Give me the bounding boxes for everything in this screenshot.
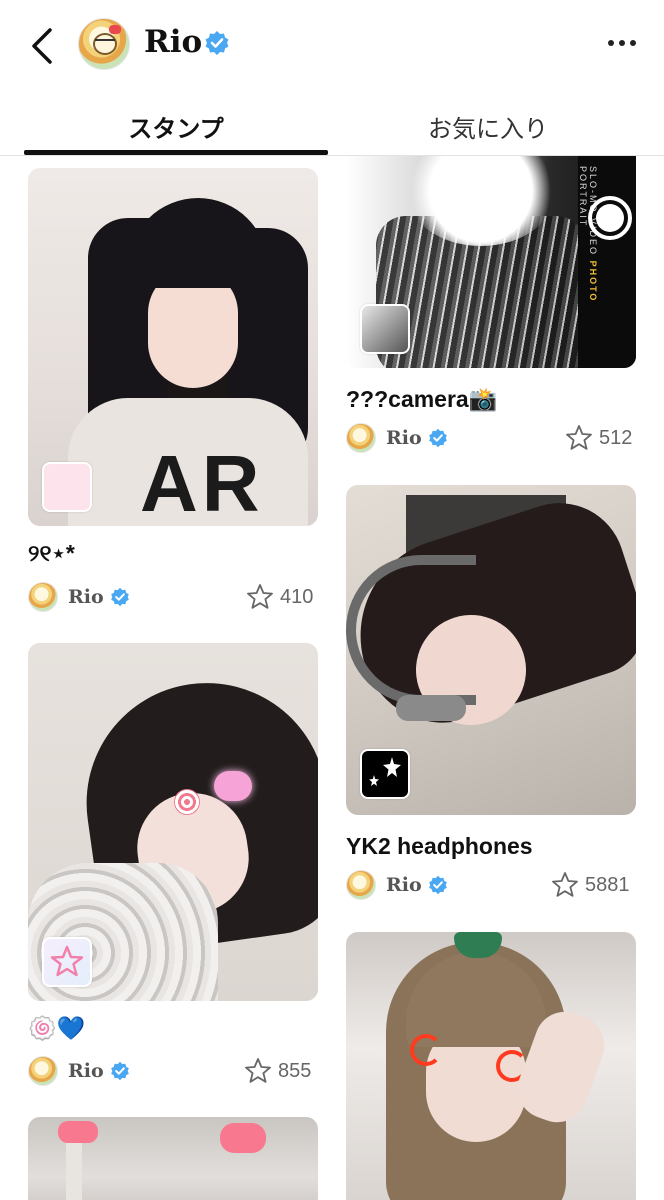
stamp-title[interactable]: ???camera📸	[346, 386, 497, 413]
star-icon[interactable]	[244, 1057, 272, 1085]
author-name: Rio	[68, 1060, 104, 1082]
camera-mode-portrait: PORTRAIT	[578, 166, 588, 228]
star-sticker-icon	[50, 945, 84, 977]
stamp-thumbnail[interactable]	[346, 485, 636, 815]
active-tab-indicator	[24, 150, 328, 155]
stamp-author[interactable]: Rio	[28, 580, 130, 614]
profile-avatar[interactable]	[78, 18, 130, 70]
stamp-thumbnail[interactable]: AR	[28, 168, 318, 526]
tab-stamps[interactable]: スタンプ	[24, 96, 328, 156]
verified-badge-icon	[110, 587, 129, 607]
author-name: Rio	[386, 874, 422, 896]
camera-mode-list: SLO-MO VIDEO PHOTO PORTRAIT	[578, 166, 598, 366]
verified-badge-icon	[110, 1061, 129, 1081]
like-count[interactable]: 512	[565, 421, 632, 455]
verified-badge-icon	[205, 31, 229, 55]
shutter-icon	[588, 196, 632, 240]
more-options-icon[interactable]	[608, 40, 636, 46]
like-count[interactable]: 410	[246, 580, 313, 614]
camera-mode-photo: PHOTO	[588, 260, 598, 303]
sparkle-stars-icon	[369, 757, 401, 786]
sticker-preview	[360, 304, 410, 354]
sticker-preview	[360, 749, 410, 799]
verified-badge-icon	[428, 875, 447, 895]
author-avatar	[346, 423, 376, 453]
stamp-title[interactable]: YK2 headphones	[346, 833, 533, 860]
author-avatar	[28, 1056, 58, 1086]
profile-username: Rio	[144, 24, 203, 60]
tab-bar: スタンプ お気に入り	[0, 96, 664, 156]
stamp-author[interactable]: Rio	[346, 421, 448, 455]
like-count[interactable]: 5881	[551, 868, 630, 902]
stamp-title[interactable]: 🍥💙	[28, 1015, 85, 1042]
stamp-thumbnail[interactable]	[346, 932, 636, 1200]
author-avatar	[28, 582, 58, 612]
stamp-title[interactable]: ୨୧⋆*	[28, 540, 75, 567]
sticker-preview	[42, 462, 92, 512]
like-count-value: 512	[599, 426, 633, 449]
tab-favorites[interactable]: お気に入り	[336, 96, 640, 156]
profile-header: Rio	[0, 0, 664, 90]
author-name: Rio	[68, 586, 104, 608]
stamp-thumbnail[interactable]: SLO-MO VIDEO PHOTO PORTRAIT	[346, 156, 636, 368]
like-count[interactable]: 855	[244, 1054, 311, 1088]
stamp-author[interactable]: Rio	[346, 868, 448, 902]
like-count-value: 410	[280, 585, 314, 608]
stamp-thumbnail[interactable]	[28, 643, 318, 1001]
sticker-preview	[42, 937, 92, 987]
author-avatar	[346, 870, 376, 900]
like-count-value: 5881	[585, 873, 630, 896]
star-icon[interactable]	[551, 871, 579, 899]
stamp-author[interactable]: Rio	[28, 1054, 130, 1088]
like-count-value: 855	[278, 1059, 312, 1082]
sweater-print: AR	[140, 439, 264, 526]
author-name: Rio	[386, 427, 422, 449]
stamp-thumbnail[interactable]	[28, 1117, 318, 1200]
star-icon[interactable]	[246, 583, 274, 611]
back-chevron-icon[interactable]	[26, 26, 60, 66]
star-icon[interactable]	[565, 424, 593, 452]
verified-badge-icon	[428, 428, 447, 448]
